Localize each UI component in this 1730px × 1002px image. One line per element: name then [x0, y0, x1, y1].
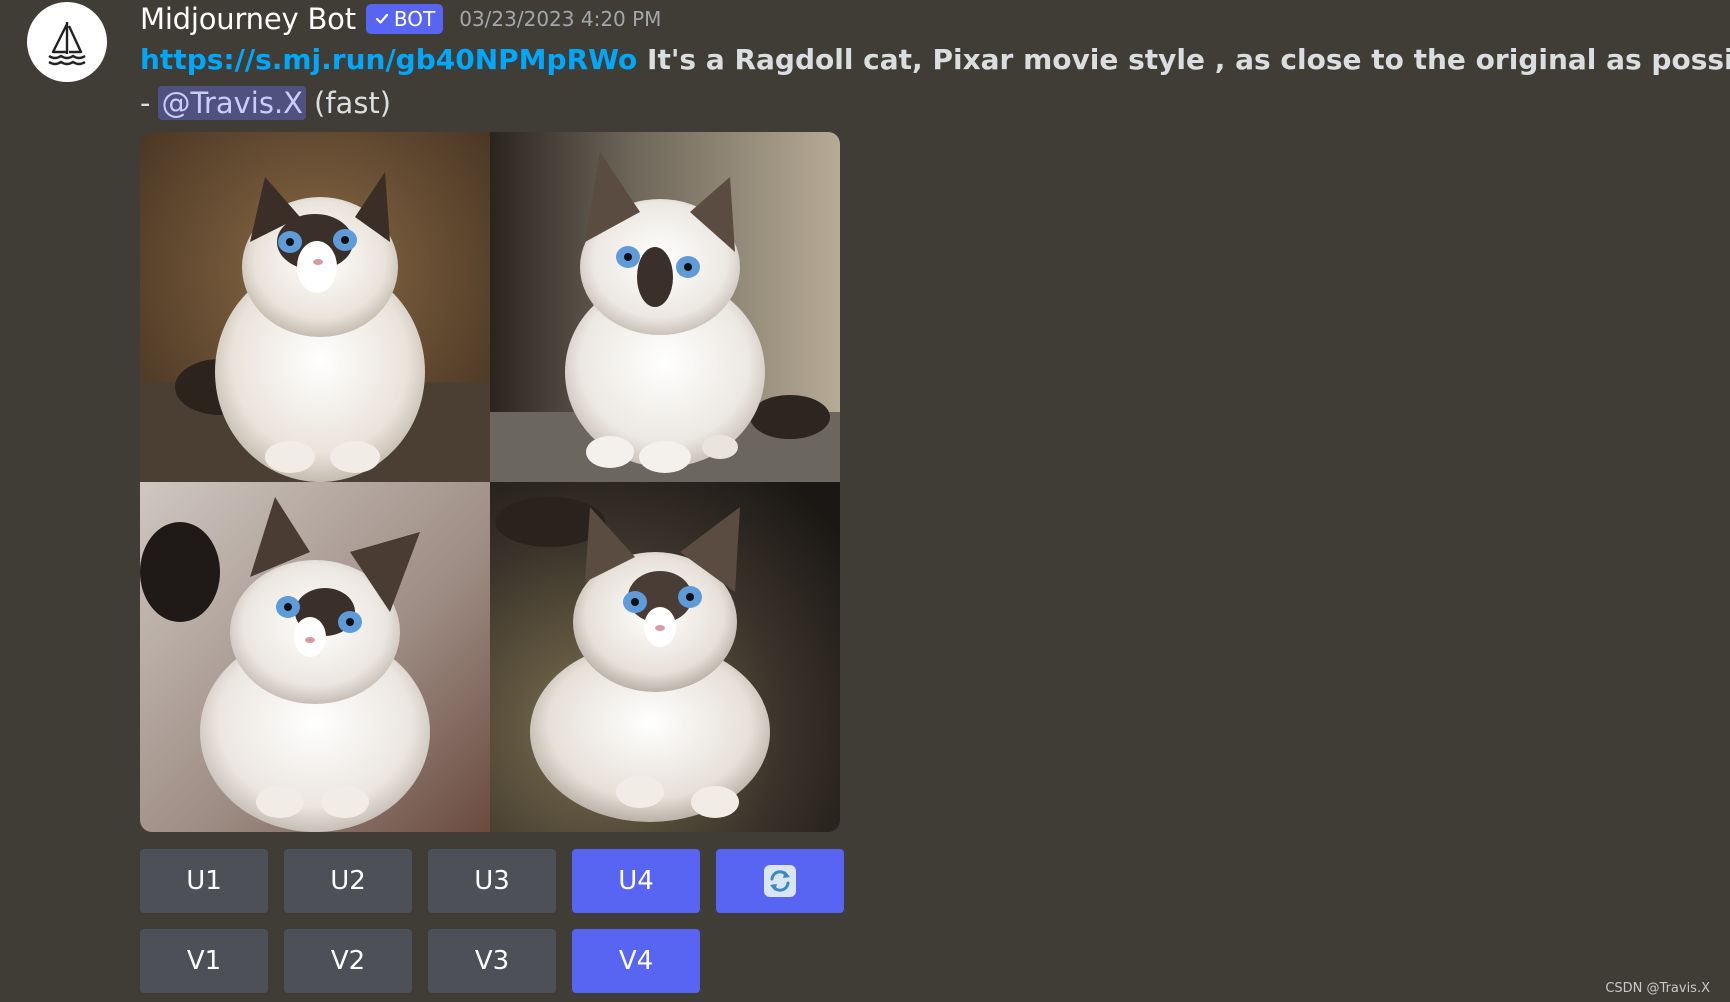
generation-mode: (fast)	[314, 86, 392, 120]
message-meta: - @Travis.X (fast)	[140, 86, 391, 120]
watermark: CSDN @Travis.X	[1605, 981, 1710, 996]
cat-image-2	[490, 132, 840, 482]
dash-separator: -	[140, 86, 151, 120]
upscale-3-button[interactable]: U3	[428, 849, 556, 913]
upscale-1-button[interactable]: U1	[140, 849, 268, 913]
variation-1-button[interactable]: V1	[140, 929, 268, 993]
upscale-2-button[interactable]: U2	[284, 849, 412, 913]
grid-image-3	[140, 482, 490, 832]
variation-2-button[interactable]: V2	[284, 929, 412, 993]
bot-badge: BOT	[365, 4, 444, 34]
cat-image-3	[140, 482, 490, 832]
refresh-icon	[764, 865, 796, 897]
message-content: https://s.mj.run/gb40NPMpRWo It's a Ragd…	[140, 43, 1730, 76]
prompt-link[interactable]: https://s.mj.run/gb40NPMpRWo	[140, 43, 637, 76]
grid-image-1	[140, 132, 490, 482]
prompt-text: It's a Ragdoll cat, Pixar movie style , …	[647, 43, 1730, 76]
user-mention[interactable]: @Travis.X	[158, 86, 307, 120]
author-name[interactable]: Midjourney Bot	[140, 2, 356, 36]
cat-image-4	[490, 482, 840, 832]
bot-badge-label: BOT	[393, 7, 436, 31]
grid-image-2	[490, 132, 840, 482]
bot-avatar[interactable]	[27, 2, 107, 82]
reroll-button[interactable]	[716, 849, 844, 913]
sailboat-icon	[48, 22, 86, 66]
checkmark-icon	[375, 13, 388, 24]
message-timestamp[interactable]: 03/23/2023 4:20 PM	[459, 7, 661, 31]
cat-image-1	[140, 132, 490, 482]
variation-3-button[interactable]: V3	[428, 929, 556, 993]
grid-image-4	[490, 482, 840, 832]
image-grid[interactable]	[140, 132, 840, 832]
variation-4-button[interactable]: V4	[572, 929, 700, 993]
upscale-4-button[interactable]: U4	[572, 849, 700, 913]
message-header: Midjourney Bot BOT 03/23/2023 4:20 PM	[140, 0, 661, 38]
